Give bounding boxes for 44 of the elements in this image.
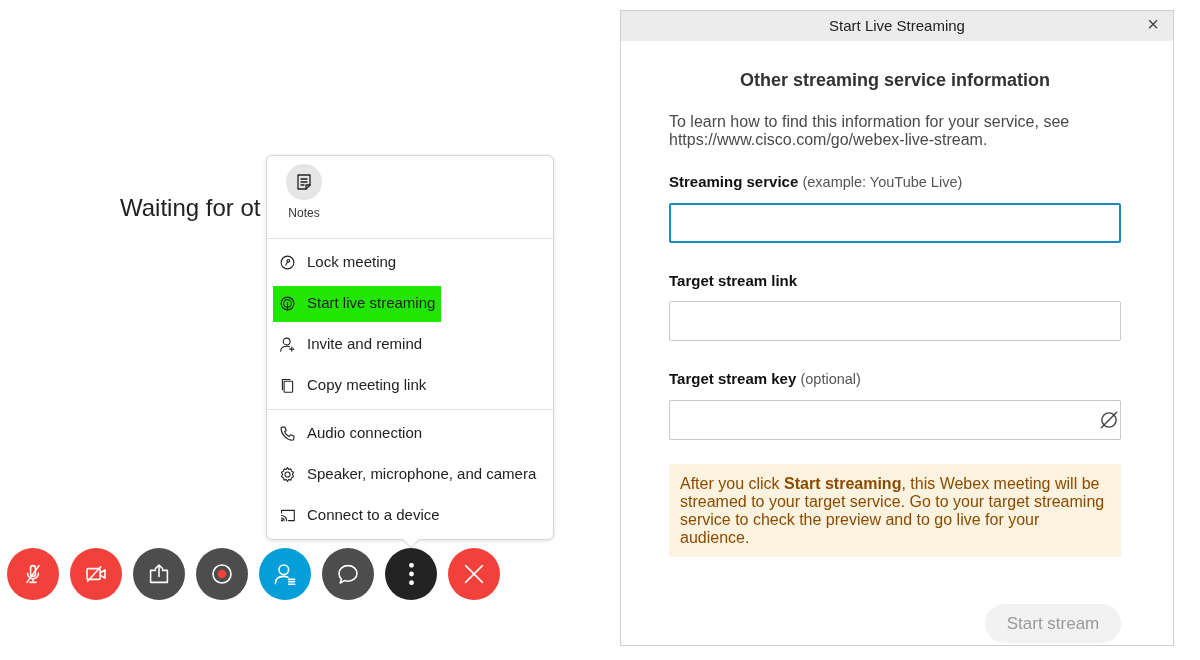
field-hint: (optional) [800, 371, 861, 388]
menu-item[interactable]: Lock meeting [273, 244, 403, 281]
window-title: Start Live Streaming [829, 15, 965, 36]
input-field[interactable] [669, 202, 1121, 243]
notes-icon [294, 172, 314, 192]
record-button[interactable] [196, 548, 248, 600]
menu-item[interactable]: Speaker, microphone, and camera [273, 456, 543, 493]
status-text: Waiting for ot [120, 193, 261, 223]
intro-text: To learn how to find this information for your service, see https://www.cisco.com/go/webex-live-stream. [669, 113, 1071, 149]
menu-item[interactable]: Copy meeting link [273, 367, 433, 404]
record-icon [210, 562, 234, 586]
menu-item[interactable]: Connect to a device [273, 497, 446, 534]
input-field[interactable] [669, 301, 1121, 342]
share-button[interactable] [133, 548, 185, 600]
menu-item[interactable]: Invite and remind [273, 326, 429, 363]
hidden-icon [1098, 409, 1120, 431]
dialog-heading: Other streaming service information [738, 69, 1052, 92]
field-label: Target stream key [669, 370, 797, 388]
add-person-icon [279, 336, 296, 353]
more-icon [408, 563, 414, 585]
close-button[interactable]: × [1143, 14, 1163, 34]
chat-icon [336, 562, 360, 586]
muted-microphone-button[interactable] [7, 548, 59, 600]
close-icon [462, 562, 486, 586]
chat-button[interactable] [322, 548, 374, 600]
broadcast-icon [279, 295, 296, 312]
share-icon [147, 562, 171, 586]
field-label: Target stream link [669, 271, 798, 289]
participants-button[interactable] [259, 548, 311, 600]
copy-icon [279, 377, 296, 394]
cast-icon [279, 507, 296, 524]
field-label: Streaming service [669, 173, 799, 190]
input-field[interactable] [669, 400, 1121, 440]
menu-item[interactable]: Audio connection [273, 415, 429, 452]
info-note: After you click Start streaming, this Webex meeting will be streamed to your target service. Go to your target streaming service to check the preview and to go live for your audience. [669, 464, 1121, 557]
participants-icon [273, 562, 297, 586]
phone-icon [279, 425, 296, 442]
key-icon [279, 254, 296, 271]
crossed-camera-button[interactable] [70, 548, 122, 600]
settings-icon [279, 466, 296, 483]
more-button[interactable] [385, 548, 437, 600]
close-button[interactable] [448, 548, 500, 600]
menu-item[interactable]: Start live streaming [273, 285, 442, 322]
field-hint: (example: YouTube Live) [802, 174, 963, 190]
